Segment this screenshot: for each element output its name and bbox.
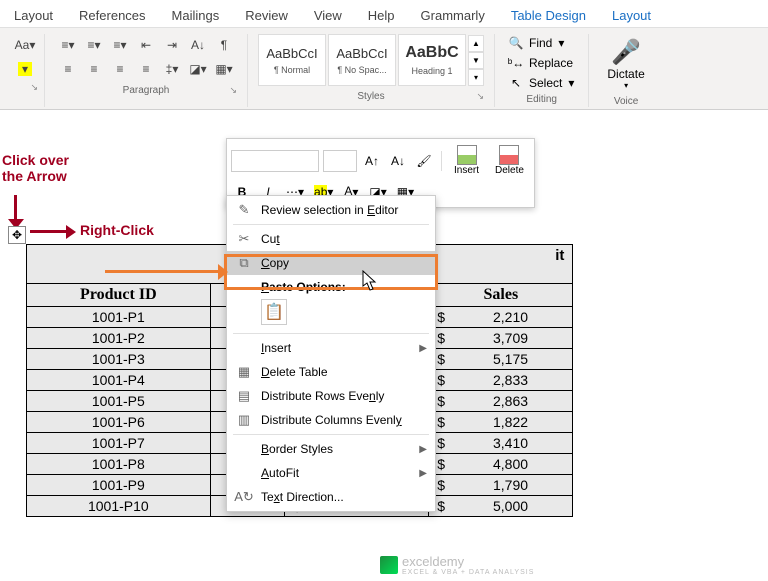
- style-nav-up[interactable]: ▲: [468, 35, 484, 52]
- chevron-right-icon: ▶: [419, 468, 427, 479]
- align-justify-button[interactable]: ≡: [133, 58, 159, 80]
- ribbon-group-paragraph: ≡▾ ≡▾ ≡▾ ⇤ ⇥ A↓ ¶ ≡ ≡ ≡ ≡ ‡▾ ◪▾ ▦▾: [45, 34, 248, 107]
- ctx-dist-cols[interactable]: ▥ Distribute Columns Evenly: [227, 408, 435, 432]
- align-left-button[interactable]: ≡: [55, 58, 81, 80]
- style-nav: ▲ ▼ ▾: [468, 35, 484, 86]
- ctx-cut[interactable]: ✂ Cut: [227, 227, 435, 251]
- header-sales: Sales: [429, 284, 573, 307]
- replace-button[interactable]: ᵇ↔Replace: [505, 54, 577, 72]
- clipboard-icon: 📋: [264, 302, 284, 322]
- ctx-dist-rows[interactable]: ▤ Distribute Rows Evenly: [227, 384, 435, 408]
- chevron-right-icon: ▶: [419, 444, 427, 455]
- tab-grammarly[interactable]: Grammarly: [417, 4, 489, 27]
- ctx-delete-table[interactable]: ▦ Delete Table: [227, 360, 435, 384]
- tab-layout[interactable]: Layout: [10, 4, 57, 27]
- numbering-button[interactable]: ≡▾: [81, 34, 107, 56]
- paragraph-dialog-launcher[interactable]: ↘: [229, 85, 237, 95]
- mini-delete-button[interactable]: Delete: [489, 143, 530, 178]
- table-delete-icon: ▦: [235, 363, 253, 381]
- bullets-button[interactable]: ≡▾: [55, 34, 81, 56]
- multilevel-button[interactable]: ≡▾: [107, 34, 133, 56]
- ctx-border-styles[interactable]: Border Styles ▶: [227, 437, 435, 461]
- increase-indent-button[interactable]: ⇥: [159, 34, 185, 56]
- watermark: exceldemy EXCEL & VBA + DATA ANALYSIS: [380, 554, 534, 576]
- ctx-text-direction[interactable]: A↻ Text Direction...: [227, 485, 435, 509]
- tab-review[interactable]: Review: [241, 4, 292, 27]
- ctx-review-editor[interactable]: ✎ Review selection in Editor: [227, 198, 435, 222]
- dist-rows-icon: ▤: [235, 387, 253, 405]
- mini-format-painter[interactable]: 🖌: [413, 150, 435, 172]
- style-nospacing[interactable]: AaBbCcI ¶ No Spac...: [328, 34, 396, 86]
- ribbon-group-font: Aa▾ ▾ ↘: [8, 34, 45, 107]
- ribbon-body: Aa▾ ▾ ↘ ≡▾ ≡▾ ≡▾ ⇤ ⇥ A↓ ¶ ≡ ≡: [0, 28, 768, 110]
- styles-label: Styles: [357, 91, 384, 102]
- annotation-copy-arrow: [105, 270, 225, 273]
- scissors-icon: ✂: [235, 230, 253, 248]
- shading-button[interactable]: ◪▾: [185, 58, 211, 80]
- ribbon-group-voice: 🎤 Dictate ▾ Voice: [589, 34, 662, 107]
- find-button[interactable]: 🔍Find ▾: [505, 34, 568, 52]
- header-product-id: Product ID: [27, 284, 211, 307]
- context-menu: ✎ Review selection in Editor ✂ Cut ⧉ Cop…: [226, 195, 436, 512]
- annotation-click-arrow: Click over the Arrow: [2, 152, 69, 184]
- ctx-autofit[interactable]: AutoFit ▶: [227, 461, 435, 485]
- dictate-button[interactable]: 🎤 Dictate ▾: [599, 34, 652, 94]
- tab-mailings[interactable]: Mailings: [168, 4, 224, 27]
- voice-label: Voice: [614, 96, 638, 107]
- tab-references[interactable]: References: [75, 4, 149, 27]
- ctx-insert[interactable]: Insert ▶: [227, 336, 435, 360]
- ctx-paste-keep-source[interactable]: 📋: [261, 299, 287, 325]
- search-icon: 🔍: [509, 36, 523, 50]
- annotation-copy-arrow-head: [218, 264, 228, 280]
- style-nav-more[interactable]: ▾: [468, 69, 484, 86]
- ribbon-group-editing: 🔍Find ▾ ᵇ↔Replace ↖Select ▾ Editing: [495, 34, 589, 107]
- align-right-button[interactable]: ≡: [107, 58, 133, 80]
- text-direction-icon: A↻: [235, 488, 253, 506]
- review-icon: ✎: [235, 201, 253, 219]
- font-size-button[interactable]: Aa▾: [12, 34, 38, 56]
- delete-table-icon: [499, 145, 519, 165]
- sort-button[interactable]: A↓: [185, 34, 211, 56]
- insert-table-icon: [457, 145, 477, 165]
- borders-button[interactable]: ▦▾: [211, 58, 237, 80]
- styles-dialog-launcher[interactable]: ↘: [476, 91, 484, 101]
- mini-size-combo[interactable]: [323, 150, 357, 172]
- watermark-icon: [380, 556, 398, 574]
- align-center-button[interactable]: ≡: [81, 58, 107, 80]
- table-move-handle[interactable]: ✥: [8, 226, 26, 244]
- text-highlight-button[interactable]: ▾: [12, 58, 38, 80]
- copy-icon: ⧉: [235, 254, 253, 272]
- replace-icon: ᵇ↔: [509, 56, 523, 70]
- tab-table-design[interactable]: Table Design: [507, 4, 590, 27]
- tab-help[interactable]: Help: [364, 4, 399, 27]
- annotation-arrow-right-head: [66, 225, 76, 239]
- mini-insert-button[interactable]: Insert: [448, 143, 485, 178]
- decrease-indent-button[interactable]: ⇤: [133, 34, 159, 56]
- style-normal[interactable]: AaBbCcI ¶ Normal: [258, 34, 326, 86]
- tab-table-layout[interactable]: Layout: [608, 4, 655, 27]
- select-button[interactable]: ↖Select ▾: [505, 74, 578, 92]
- annotation-right-click: Right-Click: [80, 222, 154, 238]
- dist-cols-icon: ▥: [235, 411, 253, 429]
- cursor-icon: ↖: [509, 76, 523, 90]
- style-heading1[interactable]: AaBbC Heading 1: [398, 34, 466, 86]
- line-spacing-button[interactable]: ‡▾: [159, 58, 185, 80]
- paragraph-label: Paragraph: [123, 85, 170, 96]
- mini-grow-font[interactable]: A↑: [361, 150, 383, 172]
- mini-shrink-font[interactable]: A↓: [387, 150, 409, 172]
- annotation-arrow-right: [30, 230, 70, 233]
- editing-label: Editing: [526, 94, 557, 105]
- tab-view[interactable]: View: [310, 4, 346, 27]
- ribbon-group-styles: AaBbCcI ¶ Normal AaBbCcI ¶ No Spac... Aa…: [248, 34, 495, 107]
- show-marks-button[interactable]: ¶: [211, 34, 237, 56]
- ctx-paste-label: Paste Options:: [227, 275, 435, 297]
- microphone-icon: 🎤: [611, 38, 641, 67]
- ribbon-tabs: Layout References Mailings Review View H…: [0, 0, 768, 28]
- style-nav-down[interactable]: ▼: [468, 52, 484, 69]
- mini-font-combo[interactable]: [231, 150, 319, 172]
- ctx-copy[interactable]: ⧉ Copy: [227, 251, 435, 275]
- chevron-right-icon: ▶: [419, 343, 427, 354]
- font-dialog-launcher[interactable]: ↘: [30, 82, 38, 93]
